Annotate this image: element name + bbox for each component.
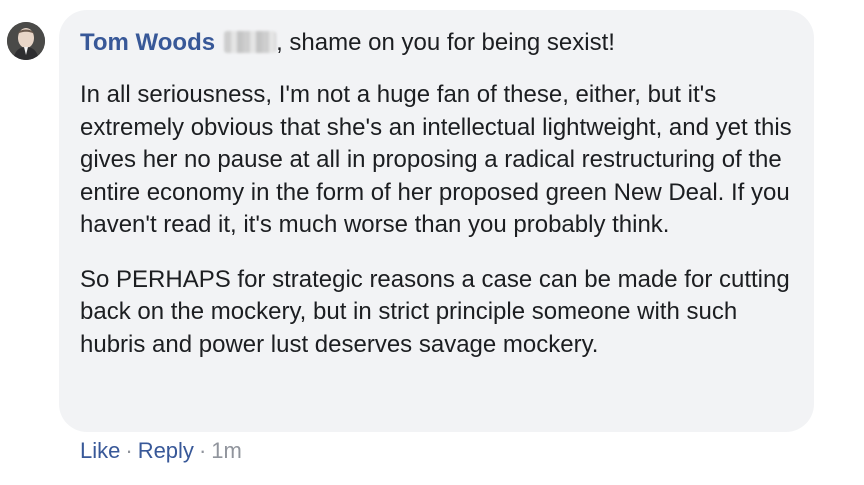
- comment-timestamp[interactable]: 1m: [211, 438, 242, 463]
- comment-paragraph: In all seriousness, I'm not a huge fan o…: [80, 81, 792, 238]
- redacted-mention: [224, 31, 277, 53]
- author-name-link[interactable]: Tom Woods: [80, 29, 215, 56]
- avatar[interactable]: [7, 22, 45, 60]
- separator-dot: ·: [198, 438, 207, 463]
- comment-intro-text: , shame on you for being sexist!: [276, 29, 615, 56]
- like-button[interactable]: Like: [80, 438, 120, 463]
- separator-dot: ·: [125, 438, 133, 463]
- comment-first-line: Tom Woods , shame on you for being sexist…: [80, 27, 794, 59]
- comment-paragraph: So PERHAPS for strategic reasons a case …: [80, 265, 790, 358]
- profile-photo-icon: [7, 22, 45, 60]
- comment: Tom Woods , shame on you for being sexist…: [0, 0, 864, 485]
- reply-button[interactable]: Reply: [138, 438, 194, 463]
- comment-actions: Like · Reply · 1m: [80, 436, 242, 466]
- comment-bubble: Tom Woods , shame on you for being sexist…: [59, 10, 814, 432]
